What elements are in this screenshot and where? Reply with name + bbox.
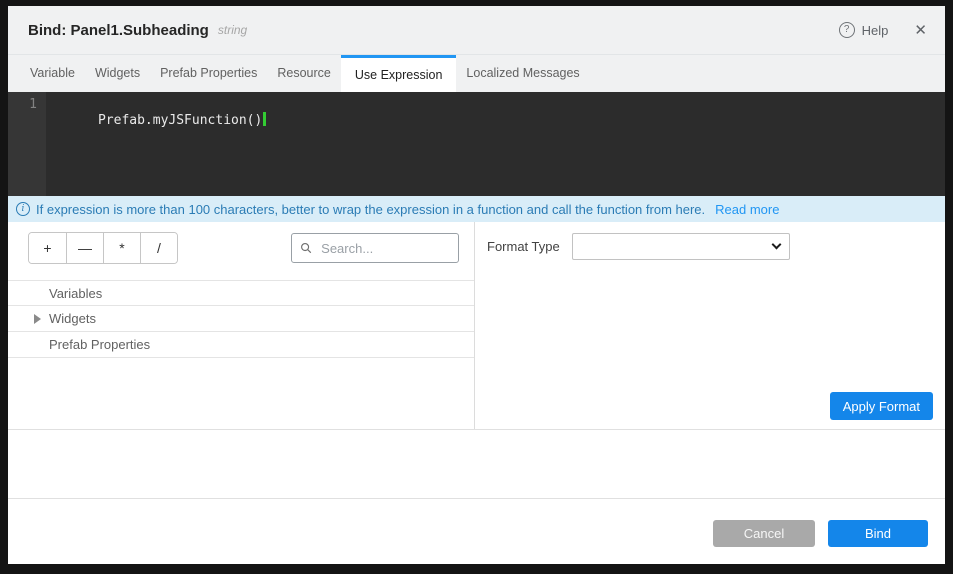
search-icon bbox=[300, 241, 312, 255]
bind-source-tree: Variables Widgets Prefab Properties bbox=[8, 280, 474, 358]
editor-code-area[interactable]: Prefab.myJSFunction() bbox=[46, 92, 266, 196]
format-panel: Format Type Apply Format bbox=[475, 222, 945, 429]
format-type-select-wrap bbox=[572, 233, 790, 260]
tab-resource[interactable]: Resource bbox=[267, 55, 341, 92]
tree-item-widgets[interactable]: Widgets bbox=[8, 306, 474, 332]
main-area: + — * / Variables bbox=[8, 222, 945, 430]
format-type-select[interactable] bbox=[572, 233, 790, 260]
operator-button-group: + — * / bbox=[28, 232, 178, 264]
expression-code: Prefab.myJSFunction() bbox=[98, 113, 262, 128]
caret-slot bbox=[34, 314, 49, 324]
plus-operator-button[interactable]: + bbox=[29, 233, 66, 263]
dialog-header: Bind: Panel1.Subheading string ? Help ✕ bbox=[8, 6, 945, 55]
chevron-right-icon[interactable] bbox=[34, 314, 41, 324]
search-box[interactable] bbox=[291, 233, 459, 263]
info-text: If expression is more than 100 character… bbox=[36, 202, 705, 217]
tab-variable[interactable]: Variable bbox=[20, 55, 85, 92]
help-button[interactable]: ? Help bbox=[839, 22, 889, 38]
multiply-operator-button[interactable]: * bbox=[103, 233, 140, 263]
bind-type-label: string bbox=[218, 23, 247, 37]
search-input[interactable] bbox=[319, 240, 450, 257]
dialog-footer: Cancel Bind bbox=[8, 498, 945, 564]
editor-gutter: 1 bbox=[8, 92, 46, 196]
toolbar-row: + — * / bbox=[8, 222, 474, 274]
text-cursor bbox=[263, 112, 266, 126]
bind-button[interactable]: Bind bbox=[828, 520, 928, 547]
line-number: 1 bbox=[29, 97, 37, 112]
apply-format-button[interactable]: Apply Format bbox=[830, 392, 933, 420]
tab-localized-messages[interactable]: Localized Messages bbox=[456, 55, 589, 92]
tab-widgets[interactable]: Widgets bbox=[85, 55, 150, 92]
format-type-row: Format Type bbox=[475, 233, 945, 260]
tree-item-label: Variables bbox=[49, 286, 102, 301]
expression-editor[interactable]: 1 Prefab.myJSFunction() bbox=[8, 92, 945, 196]
info-circle-icon: i bbox=[16, 202, 30, 216]
format-type-label: Format Type bbox=[487, 239, 560, 254]
bind-dialog: Bind: Panel1.Subheading string ? Help ✕ … bbox=[8, 6, 945, 564]
tree-item-label: Widgets bbox=[49, 311, 96, 326]
info-bar: i If expression is more than 100 charact… bbox=[8, 196, 945, 222]
read-more-link[interactable]: Read more bbox=[715, 202, 779, 217]
question-circle-icon: ? bbox=[839, 22, 855, 38]
preview-area bbox=[8, 430, 945, 498]
help-label: Help bbox=[862, 23, 889, 38]
tab-use-expression[interactable]: Use Expression bbox=[341, 55, 457, 92]
tree-item-prefab-properties[interactable]: Prefab Properties bbox=[8, 332, 474, 358]
minus-operator-button[interactable]: — bbox=[66, 233, 103, 263]
tree-item-variables[interactable]: Variables bbox=[8, 280, 474, 306]
dialog-title: Bind: Panel1.Subheading bbox=[28, 22, 209, 39]
close-icon[interactable]: ✕ bbox=[914, 21, 927, 39]
tab-prefab-properties[interactable]: Prefab Properties bbox=[150, 55, 267, 92]
tree-item-label: Prefab Properties bbox=[49, 337, 150, 352]
divide-operator-button[interactable]: / bbox=[140, 233, 177, 263]
cancel-button[interactable]: Cancel bbox=[713, 520, 815, 547]
tab-bar: Variable Widgets Prefab Properties Resou… bbox=[8, 55, 945, 92]
bind-sources-panel: + — * / Variables bbox=[8, 222, 475, 429]
